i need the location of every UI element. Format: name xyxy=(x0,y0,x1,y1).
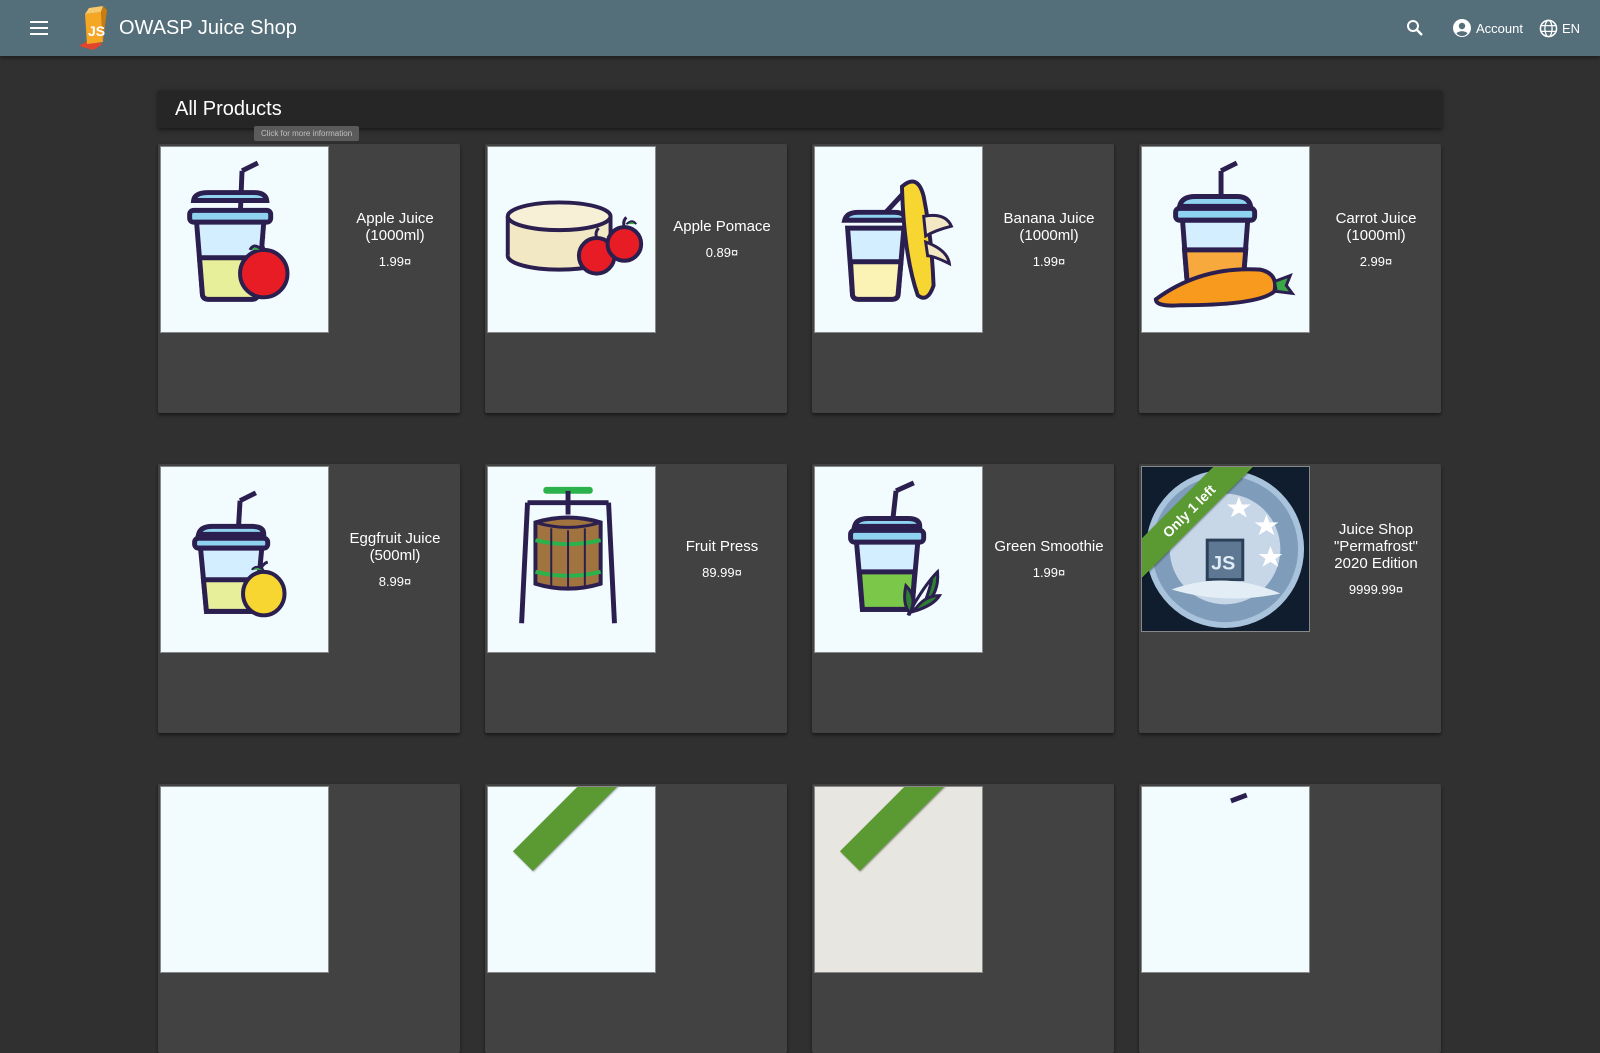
product-image: JS Only 1 left xyxy=(1141,466,1310,632)
product-card[interactable] xyxy=(158,784,460,1053)
product-card[interactable]: Apple Juice (1000ml) 1.99¤ xyxy=(158,144,460,413)
product-info: Carrot Juice (1000ml) 2.99¤ xyxy=(1311,144,1441,334)
svg-text:JS: JS xyxy=(1211,553,1235,575)
product-info: Apple Juice (1000ml) 1.99¤ xyxy=(330,144,460,334)
product-name: Green Smoothie xyxy=(994,538,1104,555)
product-image xyxy=(487,146,656,333)
stock-ribbon xyxy=(512,787,654,872)
language-button[interactable]: EN xyxy=(1531,8,1588,48)
product-name: Apple Juice (1000ml) xyxy=(356,209,434,244)
product-card[interactable]: Carrot Juice (1000ml) 2.99¤ xyxy=(1139,144,1441,413)
product-image xyxy=(814,146,983,333)
product-price: 1.99¤ xyxy=(378,253,412,269)
product-info: Fruit Press 89.99¤ xyxy=(657,464,787,654)
product-card[interactable] xyxy=(812,784,1114,1053)
product-image xyxy=(1141,146,1310,333)
product-info: Juice Shop "Permafrost" 2020 Edition 999… xyxy=(1311,464,1441,654)
product-image xyxy=(487,786,656,973)
product-price: 0.89¤ xyxy=(705,245,739,260)
product-image xyxy=(1141,786,1310,973)
product-info: Banana Juice (1000ml) 1.99¤ xyxy=(984,144,1114,334)
menu-button[interactable] xyxy=(19,8,59,48)
product-card[interactable]: Apple Pomace 0.89¤ xyxy=(485,144,787,413)
product-price: 8.99¤ xyxy=(378,573,412,589)
product-card[interactable]: JS Only 1 left Juice Shop "Permafrost" 2… xyxy=(1139,464,1441,733)
green-smoothie-icon xyxy=(848,480,943,617)
product-info: Eggfruit Juice (500ml) 8.99¤ xyxy=(330,464,460,654)
product-price: 2.99¤ xyxy=(1359,253,1393,269)
juice-shop-logo[interactable]: JS xyxy=(73,6,113,50)
product-image xyxy=(160,786,329,973)
all-products-heading: All Products xyxy=(158,90,1442,128)
top-toolbar: JS OWASP Juice Shop Account EN xyxy=(0,0,1600,56)
product-name: Carrot Juice (1000ml) xyxy=(1335,209,1417,244)
product-partial-icon xyxy=(1230,792,1248,804)
apple-pomace-icon xyxy=(505,200,644,276)
search-icon xyxy=(1406,20,1423,36)
product-card[interactable]: Banana Juice (1000ml) 1.99¤ xyxy=(812,144,1114,413)
product-card[interactable]: Eggfruit Juice (500ml) 8.99¤ xyxy=(158,464,460,733)
product-price: 1.99¤ xyxy=(1032,253,1066,269)
product-price: 9999.99¤ xyxy=(1348,582,1404,597)
product-price: 89.99¤ xyxy=(702,565,742,580)
product-name: Juice Shop "Permafrost" 2020 Edition xyxy=(1333,521,1418,572)
product-card[interactable] xyxy=(485,784,787,1053)
globe-icon xyxy=(1539,19,1558,37)
product-card[interactable]: Green Smoothie 1.99¤ xyxy=(812,464,1114,733)
product-info: Apple Pomace 0.89¤ xyxy=(657,144,787,334)
product-list-container: All Products Click for more information xyxy=(158,90,1442,1053)
product-name: Apple Pomace xyxy=(673,218,771,235)
menu-icon xyxy=(30,21,48,35)
account-label: Account xyxy=(1475,20,1523,36)
tooltip: Click for more information xyxy=(254,126,360,141)
product-card[interactable]: Fruit Press 89.99¤ xyxy=(485,464,787,733)
product-name: Fruit Press xyxy=(685,538,759,555)
juice-box-logo-icon: JS xyxy=(79,6,107,50)
product-name: Eggfruit Juice (500ml) xyxy=(349,529,441,564)
product-image xyxy=(160,146,329,333)
product-name: Banana Juice (1000ml) xyxy=(1003,209,1095,244)
product-info: Green Smoothie 1.99¤ xyxy=(984,464,1114,654)
account-button[interactable]: Account xyxy=(1444,8,1531,48)
fruit-press-icon xyxy=(519,486,617,624)
search-button[interactable] xyxy=(1398,8,1432,48)
product-image xyxy=(814,786,983,973)
banana-juice-icon xyxy=(841,179,954,302)
language-label: EN xyxy=(1561,20,1580,36)
product-price: 1.99¤ xyxy=(1032,565,1066,580)
carrot-juice-icon xyxy=(1153,160,1296,308)
apple-juice-icon xyxy=(187,160,290,302)
page-title: All Products xyxy=(175,97,282,120)
stock-ribbon xyxy=(839,787,981,872)
app-title[interactable]: OWASP Juice Shop xyxy=(119,17,297,40)
product-image xyxy=(487,466,656,653)
toolbar-actions: Account EN xyxy=(1398,0,1600,56)
product-image xyxy=(814,466,983,653)
account-circle-icon xyxy=(1452,19,1471,37)
product-card[interactable] xyxy=(1139,784,1441,1053)
svg-text:JS: JS xyxy=(88,23,105,39)
product-image xyxy=(160,466,329,653)
eggfruit-juice-icon xyxy=(192,490,287,618)
